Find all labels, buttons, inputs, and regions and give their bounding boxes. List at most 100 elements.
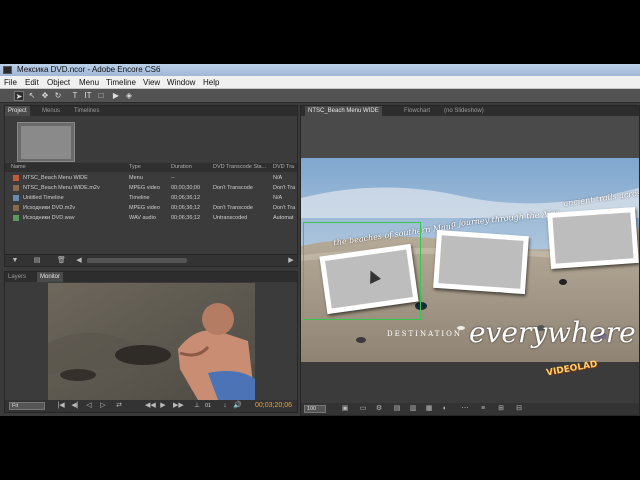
filter-icon[interactable]: ▼ <box>11 257 19 265</box>
shuttle-icon[interactable]: ⇄ <box>115 402 123 410</box>
rotate-tool-icon[interactable]: ↻ <box>53 91 63 101</box>
active-highlight-icon[interactable]: ▤ <box>393 405 401 413</box>
safe-area-icon[interactable]: ▣ <box>341 405 349 413</box>
move-tool-icon[interactable]: ✥ <box>40 91 50 101</box>
tab-menu-editor[interactable]: NTSC_Beach Menu WIDE <box>305 106 382 116</box>
tab-flowchart[interactable]: Flowchart <box>401 106 433 116</box>
show-selection-icon[interactable]: ▭ <box>359 405 367 413</box>
row-duration: 00;00;30;00 <box>171 185 201 191</box>
distribute-icon[interactable]: ≡ <box>479 405 487 413</box>
text-tool-icon[interactable]: T <box>70 91 80 101</box>
title-bar: Мексика DVD.ncor - Adobe Encore CS6 <box>0 64 640 76</box>
direct-select-tool-icon[interactable]: ↖ <box>27 91 37 101</box>
monitor-tab-row: Layers Monitor <box>5 272 297 282</box>
editor-controls: 100 ▣ ▭ ⚙ ▤ ▥ ▦ ◐ ⋯ ≡ ⊞ ⊟ <box>301 403 639 415</box>
col-type[interactable]: Type <box>129 164 141 170</box>
grid-icon[interactable]: ⊞ <box>497 405 505 413</box>
step-back-icon[interactable]: ◀| <box>71 402 79 410</box>
project-row[interactable]: Исходники DVD.m2v MPEG video 00;06;36;12… <box>5 203 297 213</box>
project-row[interactable]: Untitled Timeline Timeline 00;06;36;12 N… <box>5 193 297 203</box>
menu-help[interactable]: Help <box>203 78 219 87</box>
scroll-right-icon[interactable]: ▶ <box>287 257 295 265</box>
row-dvd: N/A <box>273 195 283 201</box>
col-name[interactable]: Name <box>11 164 26 170</box>
project-row[interactable]: Исходники DVD.wav WAV audio 00;06;36;12 … <box>5 213 297 223</box>
row-type: MPEG video <box>129 205 160 211</box>
project-row[interactable]: NTSC_Beach Menu WIDE.m2v MPEG video 00;0… <box>5 183 297 193</box>
row-name: NTSC_Beach Menu WIDE.m2v <box>23 185 100 191</box>
project-column-header: Name Type Duration DVD Transcode Sta... … <box>5 163 297 172</box>
row-name: Исходники DVD.wav <box>23 215 75 221</box>
menu-canvas[interactable]: the beaches of southern Maui a journey t… <box>301 158 639 362</box>
project-row[interactable]: NTSC_Beach Menu WIDE Menu -- N/A <box>5 173 297 183</box>
show-routing-icon[interactable]: ⚙ <box>375 405 383 413</box>
preview-tool-icon[interactable]: ▶ <box>111 91 121 101</box>
menu-file[interactable]: File <box>4 78 17 87</box>
play-icon[interactable]: ▶ <box>159 402 167 410</box>
selection-tool-icon[interactable]: ➤ <box>14 91 24 101</box>
row-name: NTSC_Beach Menu WIDE <box>23 175 88 181</box>
row-type: Timeline <box>129 195 150 201</box>
tab-project[interactable]: Project <box>5 106 30 116</box>
window-title: Мексика DVD.ncor - Adobe Encore CS6 <box>17 65 161 74</box>
application-window: Мексика DVD.ncor - Adobe Encore CS6 File… <box>0 64 640 416</box>
menu-timeline[interactable]: Timeline <box>106 78 136 87</box>
next-edit-icon[interactable]: ▷ <box>99 402 107 410</box>
menu-file-icon <box>13 175 19 181</box>
editor-zoom-select[interactable]: 100 <box>304 405 326 413</box>
horizontal-scrollbar[interactable] <box>87 258 187 263</box>
volume-icon[interactable]: 🔊 <box>233 402 242 410</box>
menu-text-destination: DESTINATION <box>387 330 463 338</box>
rewind-icon[interactable]: ◀◀ <box>145 402 156 410</box>
selection-bounding-box[interactable] <box>303 222 421 320</box>
menu-edit[interactable]: Edit <box>25 78 39 87</box>
button-frame-alps[interactable] <box>433 229 529 295</box>
menu-menu[interactable]: Menu <box>79 78 99 87</box>
monitor-zoom-select[interactable]: Fit <box>9 402 45 410</box>
row-name: Untitled Timeline <box>23 195 64 201</box>
editor-tab-row: NTSC_Beach Menu WIDE Flowchart (no Slide… <box>301 106 639 116</box>
timeline-file-icon <box>13 195 19 201</box>
button-frame-peru[interactable] <box>547 206 639 270</box>
new-item-icon[interactable]: ▤ <box>33 257 41 265</box>
menu-object[interactable]: Object <box>47 78 70 87</box>
delete-icon[interactable]: 🗑 <box>57 257 66 265</box>
col-dvd-transcode[interactable]: DVD Tra <box>273 164 294 170</box>
previous-edit-icon[interactable]: ◁ <box>85 402 93 410</box>
chapter-marker-icon[interactable]: ⟂ <box>193 402 201 410</box>
row-transcode: Don't Transcode <box>213 185 253 191</box>
scroll-left-icon[interactable]: ◀ <box>75 257 83 265</box>
tools-bar: ➤ ↖ ✥ ↻ T IT □ ▶ ◈ <box>0 89 640 103</box>
row-duration: 00;06;36;12 <box>171 205 201 211</box>
rectangle-tool-icon[interactable]: □ <box>96 91 106 101</box>
menu-bar: File Edit Object Menu Timeline View Wind… <box>0 76 640 89</box>
row-type: WAV audio <box>129 215 156 221</box>
guides-icon[interactable]: ⊟ <box>515 405 523 413</box>
row-transcode: Don't Transcode <box>213 205 253 211</box>
selected-highlight-icon[interactable]: ▦ <box>425 405 433 413</box>
align-icon[interactable]: ⋯ <box>461 405 469 413</box>
go-to-start-icon[interactable]: |◀ <box>57 402 65 410</box>
normal-highlight-icon[interactable]: ▥ <box>409 405 417 413</box>
tab-monitor[interactable]: Monitor <box>37 272 64 282</box>
encore-app-icon <box>3 66 12 74</box>
col-transcode-status[interactable]: DVD Transcode Sta... <box>213 164 266 170</box>
tab-slideshow[interactable]: (no Slideshow) <box>441 106 487 116</box>
video-file-icon <box>13 205 19 211</box>
edit-in-photoshop-tool-icon[interactable]: ◈ <box>124 91 134 101</box>
video-frame-image <box>48 283 255 400</box>
menu-text-everywhere: everywhere <box>469 316 636 349</box>
row-type: Menu <box>129 175 143 181</box>
preview-icon[interactable]: ◐ <box>441 405 449 413</box>
menu-view[interactable]: View <box>143 78 160 87</box>
marker-icon[interactable]: ↓ <box>221 402 229 410</box>
col-duration[interactable]: Duration <box>171 164 192 170</box>
menu-window[interactable]: Window <box>167 78 195 87</box>
vertical-text-tool-icon[interactable]: IT <box>83 91 93 101</box>
tab-menus[interactable]: Menus <box>39 106 63 116</box>
fast-forward-icon[interactable]: ▶▶ <box>173 402 184 410</box>
tab-layers[interactable]: Layers <box>5 272 29 282</box>
monitor-timecode[interactable]: 00;03;20;06 <box>255 402 292 409</box>
audio-file-icon <box>13 215 19 221</box>
tab-timelines[interactable]: Timelines <box>71 106 102 116</box>
